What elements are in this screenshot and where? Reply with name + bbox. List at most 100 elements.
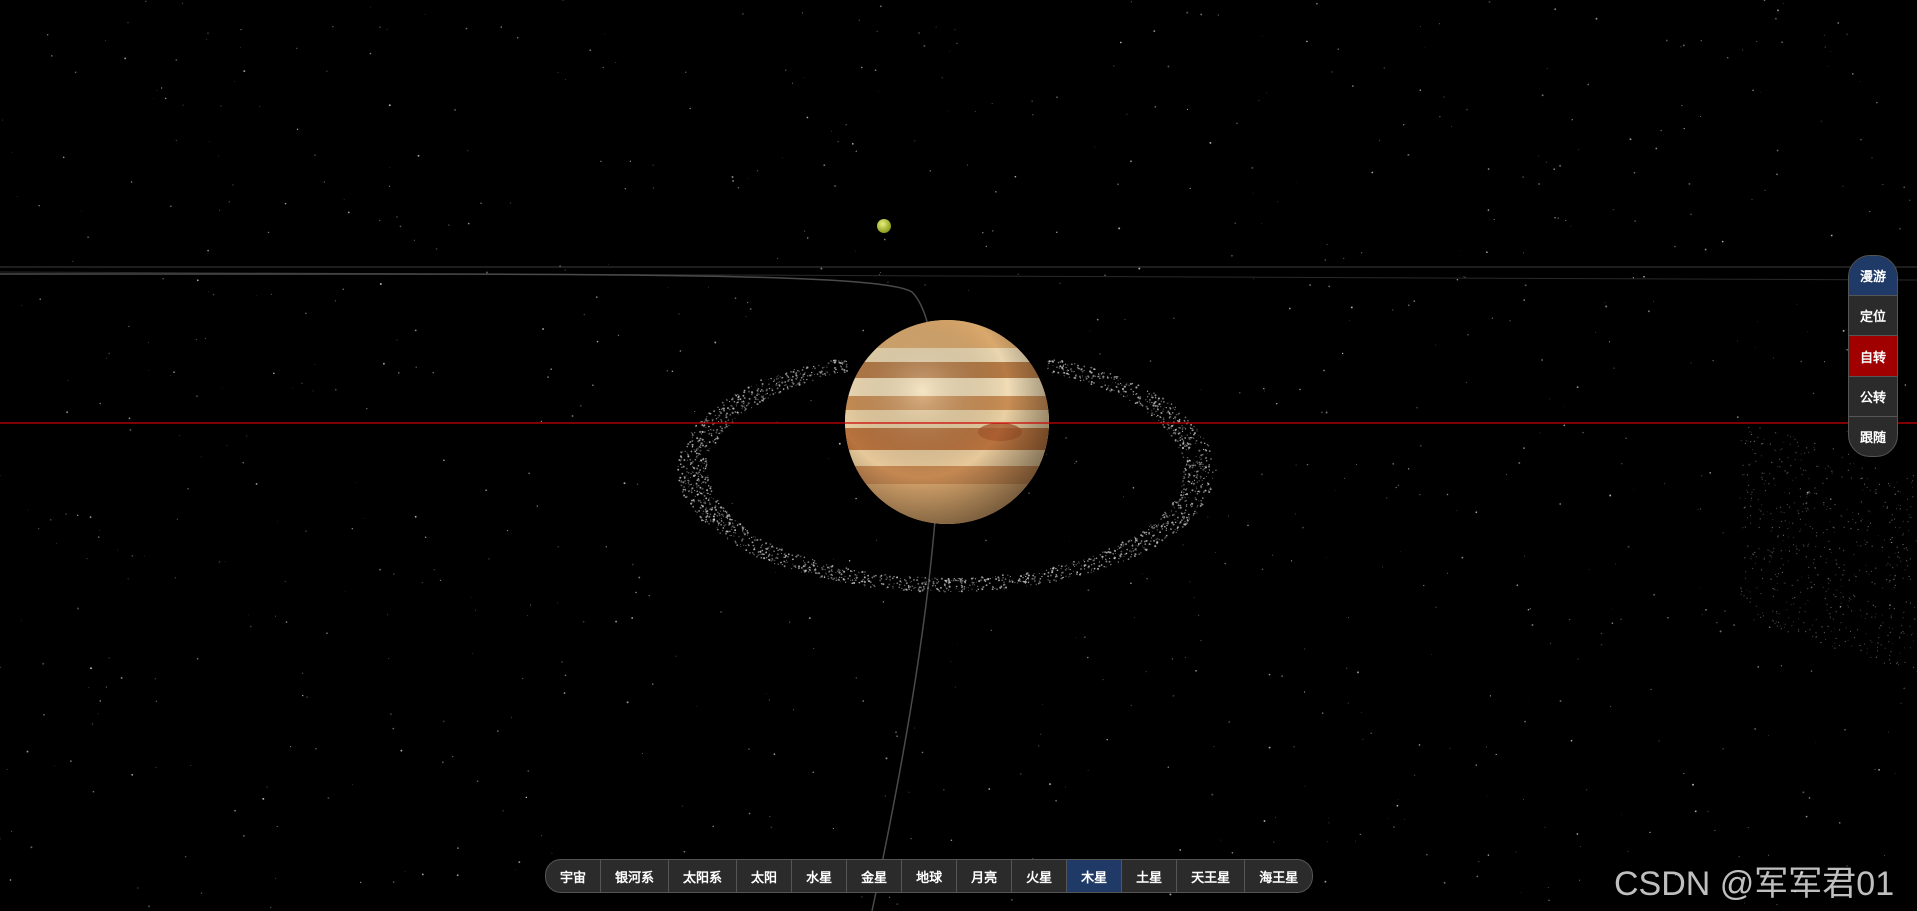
nav-mercury[interactable]: 水星 <box>792 860 848 892</box>
ring-particle <box>812 379 814 381</box>
ring-particle <box>785 559 787 561</box>
ring-particle <box>806 378 808 381</box>
follow-button[interactable]: 跟随 <box>1849 417 1897 456</box>
star <box>6 768 8 770</box>
ring-particle <box>866 578 869 581</box>
star <box>20 620 22 622</box>
ring-particle <box>844 575 846 577</box>
nav-neptune[interactable]: 海王星 <box>1245 860 1312 892</box>
ring-particle <box>1102 375 1105 378</box>
ring-particle <box>901 587 903 589</box>
ring-particle <box>708 441 711 443</box>
ring-particle <box>1048 362 1050 365</box>
ring-particle <box>934 584 937 587</box>
ring-particle <box>908 588 910 590</box>
nav-universe[interactable]: 宇宙 <box>546 860 602 892</box>
star <box>67 379 69 381</box>
ring-particle <box>1030 584 1032 586</box>
nav-uranus[interactable]: 天王星 <box>1177 860 1246 892</box>
ring-particle <box>737 522 739 524</box>
space-scene-canvas[interactable] <box>0 0 1917 911</box>
ring-particle <box>732 523 734 525</box>
ring-particle <box>738 395 740 397</box>
moon-body[interactable] <box>877 219 891 233</box>
ring-particle <box>696 479 698 482</box>
ring-particle <box>704 476 707 479</box>
star <box>1214 551 1216 553</box>
ring-particle <box>1099 375 1101 377</box>
ring-particle <box>760 395 763 398</box>
ring-particle <box>823 372 826 375</box>
nav-earth[interactable]: 地球 <box>902 860 958 892</box>
ring-particle <box>921 582 924 585</box>
ring-particle <box>811 374 813 376</box>
nav-jupiter[interactable]: 木星 <box>1067 860 1123 892</box>
cloud-star <box>1790 604 1792 606</box>
star <box>1612 209 1614 211</box>
ring-particle <box>720 420 723 423</box>
cloud-star <box>1840 622 1842 624</box>
ring-particle <box>904 579 907 582</box>
star <box>1419 493 1421 496</box>
ring-particle <box>795 566 797 568</box>
roam-button[interactable]: 漫游 <box>1849 256 1897 297</box>
ring-particle <box>1129 399 1131 402</box>
ring-particle <box>1134 539 1137 541</box>
ring-particle <box>1180 512 1184 515</box>
star <box>1383 67 1385 69</box>
star <box>1343 477 1346 479</box>
ring-particle <box>767 378 769 380</box>
ring-particle <box>1200 467 1202 469</box>
nav-moon[interactable]: 月亮 <box>957 860 1013 892</box>
star <box>595 296 598 298</box>
cloud-star <box>1913 666 1915 669</box>
ring-particle <box>1066 568 1068 570</box>
cloud-star <box>1747 545 1749 547</box>
ring-particle <box>708 501 710 503</box>
ring-particle <box>909 586 912 588</box>
ring-particle <box>698 471 700 473</box>
ring-particle <box>1008 579 1010 581</box>
cloud-star <box>1802 503 1804 505</box>
star <box>1171 658 1174 660</box>
ring-particle <box>1196 512 1198 514</box>
ring-particle <box>1178 504 1180 507</box>
star <box>954 29 956 31</box>
ring-particle <box>786 561 789 564</box>
star <box>1565 219 1567 222</box>
rotation-button[interactable]: 自转 <box>1849 336 1897 377</box>
ring-particle <box>1063 371 1066 374</box>
ring-particle <box>1206 482 1209 485</box>
cloud-star <box>1829 616 1832 618</box>
nav-mars[interactable]: 火星 <box>1012 860 1068 892</box>
star <box>1701 475 1703 477</box>
cloud-star <box>1771 552 1773 554</box>
locate-button[interactable]: 定位 <box>1849 296 1897 337</box>
ring-particle <box>1025 585 1027 587</box>
ring-particle <box>1006 574 1009 577</box>
star <box>305 312 307 315</box>
ring-particle <box>691 432 693 435</box>
revolution-button[interactable]: 公转 <box>1849 377 1897 417</box>
ring-particle <box>1195 456 1197 457</box>
ring-particle <box>795 372 797 374</box>
nav-solar-system[interactable]: 太阳系 <box>669 860 738 892</box>
ring-particle <box>690 452 692 454</box>
ring-particle <box>1197 490 1200 493</box>
star <box>153 98 155 99</box>
ring-particle <box>1182 455 1184 457</box>
ring-particle <box>770 377 772 380</box>
nav-sun[interactable]: 太阳 <box>737 860 793 892</box>
star <box>1754 728 1756 730</box>
cloud-star <box>1778 621 1780 624</box>
nav-milky-way[interactable]: 银河系 <box>601 860 670 892</box>
ring-particle <box>706 512 709 515</box>
nav-saturn[interactable]: 土星 <box>1122 860 1178 892</box>
star <box>1571 119 1573 121</box>
star <box>1578 149 1579 151</box>
ring-particle <box>1179 504 1182 507</box>
ring-particle <box>1188 480 1191 483</box>
ring-particle <box>756 538 759 541</box>
nav-venus[interactable]: 金星 <box>847 860 903 892</box>
cloud-star <box>1831 472 1833 474</box>
